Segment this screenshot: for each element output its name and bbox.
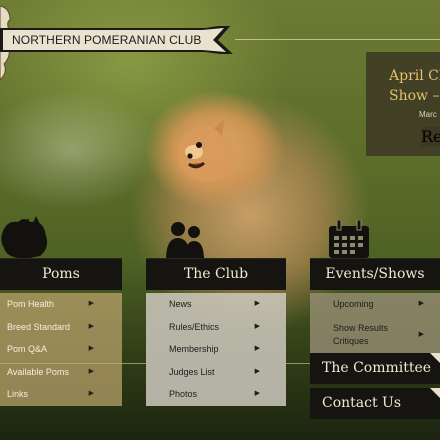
menu-item-rules-ethics[interactable]: Rules/Ethics ▶ <box>146 316 286 339</box>
committee-button[interactable]: The Committee <box>310 353 440 384</box>
divider-line <box>286 363 310 364</box>
arrow-right-icon: ▶ <box>88 390 94 397</box>
arrow-right-icon: ▶ <box>254 300 260 307</box>
arrow-right-icon: ▶ <box>254 367 260 375</box>
arrow-right-icon: ▶ <box>254 390 260 397</box>
menu-item-judges-list[interactable]: Judges List ▶ <box>146 361 286 384</box>
menu-item-breed-standard[interactable]: Breed Standard ▶ <box>0 316 122 339</box>
poms-menu-list: Pom Health ▶ Breed Standard ▶ Pom Q&A ▶ Ava… <box>0 293 122 406</box>
arrow-right-icon: ▶ <box>254 345 260 352</box>
arrow-right-icon: ▶ <box>88 367 94 375</box>
club-menu-header[interactable]: The Club <box>146 258 286 290</box>
menu-item-news[interactable]: News ▶ <box>146 293 286 316</box>
header-rule <box>235 39 440 40</box>
menu-item-show-results[interactable]: Show Results Critiques ▶ <box>310 316 440 356</box>
menu-item-photos[interactable]: Photos ▶ <box>146 383 286 406</box>
menu-item-links[interactable]: Links ▶ <box>0 383 122 406</box>
site-title: NORTHERN POMERANIAN CLUB <box>12 33 202 47</box>
arrow-right-icon: ▶ <box>88 322 94 330</box>
arrow-right-icon: ▶ <box>254 322 260 330</box>
contact-button[interactable]: Contact Us <box>310 388 440 419</box>
event-date: Marc <box>419 110 437 119</box>
pomeranian-photo-face <box>177 120 237 182</box>
arrow-right-icon: ▶ <box>418 300 424 307</box>
events-menu-header[interactable]: Events/Shows <box>310 258 440 290</box>
arrow-right-icon: ▶ <box>88 300 94 307</box>
events-menu-list: Upcoming ▶ Show Results Critiques ▶ <box>310 293 440 356</box>
menu-item-available-poms[interactable]: Available Poms ▶ <box>0 361 122 384</box>
menu-item-pom-health[interactable]: Pom Health ▶ <box>0 293 122 316</box>
poms-menu: Poms Pom Health ▶ Breed Standard ▶ Pom Q&A… <box>0 258 122 406</box>
menu-item-membership[interactable]: Membership ▶ <box>146 338 286 361</box>
menu-item-upcoming[interactable]: Upcoming ▶ <box>310 293 440 316</box>
site-title-banner[interactable]: NORTHERN POMERANIAN CLUB <box>0 26 235 54</box>
people-group-icon <box>166 222 204 260</box>
event-title: April Ch Show – <box>389 68 440 104</box>
club-menu: The Club News ▶ Rules/Ethics ▶ Membership ▶… <box>146 258 286 406</box>
folded-corner-icon <box>430 388 440 398</box>
contact-label: Contact Us <box>322 395 402 411</box>
events-menu: Events/Shows Upcoming ▶ Show Results Crit… <box>310 258 440 356</box>
arrow-right-icon: ▶ <box>418 330 424 338</box>
arrow-right-icon: ▶ <box>88 345 94 352</box>
poms-menu-header[interactable]: Poms <box>0 258 122 290</box>
menu-item-pom-qa[interactable]: Pom Q&A ▶ <box>0 338 122 361</box>
pomeranian-silhouette-icon <box>1 216 48 258</box>
calendar-icon <box>329 220 369 258</box>
folded-corner-icon <box>430 353 440 363</box>
read-more-button[interactable]: Rea <box>421 127 440 146</box>
club-menu-list: News ▶ Rules/Ethics ▶ Membership ▶ Judges L… <box>146 293 286 406</box>
committee-label: The Committee <box>322 360 432 376</box>
